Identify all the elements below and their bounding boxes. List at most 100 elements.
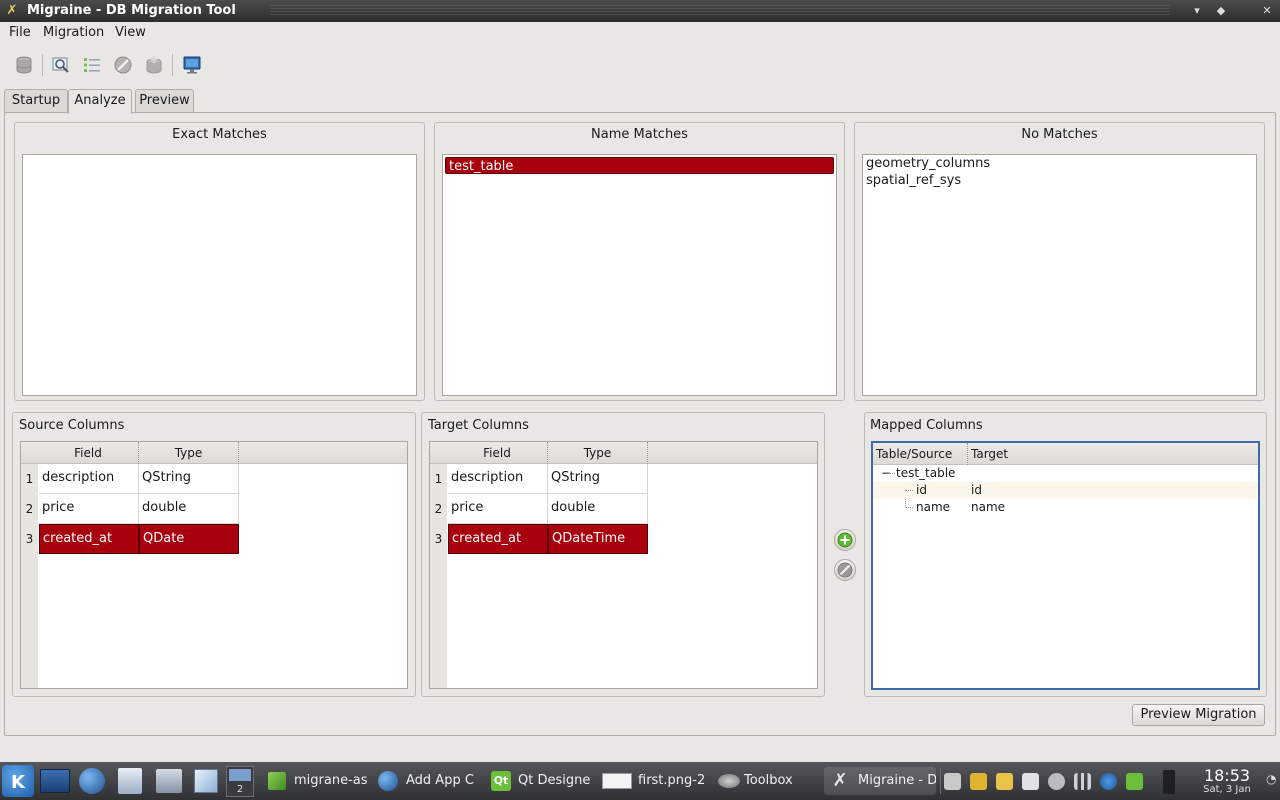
toolbar-cancel-button[interactable] — [110, 52, 136, 78]
pager-desktop-1[interactable] — [229, 769, 251, 781]
menu-file[interactable]: File — [9, 25, 31, 41]
name-matches-list[interactable]: test_table — [442, 154, 837, 396]
no-matches-list[interactable]: geometry_columns spatial_ref_sys — [862, 154, 1257, 396]
mail-icon[interactable] — [1022, 773, 1039, 790]
task-migraine[interactable]: ✗ Migraine - D — [824, 767, 936, 795]
table-cell-type[interactable]: double — [139, 494, 239, 524]
list-item[interactable]: spatial_ref_sys — [863, 172, 1256, 189]
kde-menu-button[interactable]: K — [2, 765, 34, 797]
task-migrane-as[interactable]: migrane-as — [262, 767, 368, 795]
task-add-app[interactable]: Add App C — [372, 767, 482, 795]
table-cell-type[interactable]: QString — [139, 464, 239, 494]
app-icon[interactable]: ✗ — [4, 3, 20, 19]
window-titlebar[interactable]: ✗ Migraine - DB Migration Tool ▾ ◆ ✕ — [0, 0, 1280, 22]
virtual-desktop-pager[interactable]: 2 — [226, 766, 254, 797]
minimize-icon[interactable]: ▾ — [1188, 2, 1206, 20]
list-item[interactable]: geometry_columns — [863, 155, 1256, 172]
mapping-target: name — [971, 500, 1006, 514]
table-cell-type[interactable]: double — [548, 494, 648, 524]
menu-migration[interactable]: Migration — [43, 25, 104, 41]
source-columns-table[interactable]: Field Type 1 2 3 description QString pri… — [20, 441, 408, 689]
mapped-columns-tree[interactable]: Table/Source Target − test_table id id n… — [871, 441, 1260, 690]
battery-icon[interactable] — [1163, 770, 1175, 794]
task-label: Qt Designe — [518, 773, 591, 788]
table-cell-field[interactable]: description — [39, 464, 139, 494]
mapping-target: id — [971, 483, 982, 497]
table-cell-type[interactable]: QString — [548, 464, 648, 494]
menu-view[interactable]: View — [115, 25, 146, 41]
target-columns-table[interactable]: Field Type 1 2 3 description QString pri… — [429, 441, 818, 689]
cancel-icon — [837, 562, 853, 578]
folder-icon[interactable] — [996, 773, 1013, 790]
tab-preview[interactable]: Preview — [135, 89, 194, 113]
remove-mapping-button[interactable] — [834, 559, 856, 581]
column-header-type[interactable]: Type — [548, 442, 648, 464]
no-matches-title: No Matches — [1021, 127, 1098, 142]
toolbar-list-button[interactable] — [79, 52, 105, 78]
clock-time[interactable]: 18:53 — [1188, 767, 1266, 785]
table-cell-field[interactable]: price — [448, 494, 548, 524]
toolbar — [0, 46, 1280, 82]
row-number[interactable]: 1 — [21, 464, 38, 494]
table-cell-field[interactable]: created_at — [448, 524, 548, 554]
file-manager-icon[interactable] — [118, 768, 142, 794]
klipper-icon[interactable] — [970, 773, 987, 790]
update-icon[interactable] — [1100, 773, 1117, 790]
column-header-table-source[interactable]: Table/Source — [873, 443, 968, 465]
row-number[interactable]: 2 — [430, 494, 447, 524]
toolbar-separator — [172, 54, 173, 76]
table-header: Field Type — [21, 442, 407, 464]
exact-matches-list[interactable] — [22, 154, 417, 396]
pager-desktop-2[interactable]: 2 — [227, 784, 253, 796]
toolbar-monitor-button[interactable] — [179, 52, 205, 78]
tree-branch-line — [888, 473, 895, 474]
network-icon[interactable] — [1074, 773, 1091, 790]
antivirus-icon[interactable] — [1126, 773, 1143, 790]
table-cell-type[interactable]: QDate — [139, 524, 239, 554]
toolbar-analyze-button[interactable] — [48, 52, 74, 78]
browser-icon — [378, 771, 398, 791]
clock-date[interactable]: Sat, 3 Jan — [1188, 784, 1266, 796]
column-header-field[interactable]: Field — [447, 442, 548, 464]
table-header: Table/Source Target — [873, 443, 1258, 465]
device-notifier-icon[interactable] — [1048, 773, 1065, 790]
volume-icon[interactable] — [944, 773, 961, 790]
task-toolbox[interactable]: Toolbox — [712, 767, 820, 795]
task-qt-designer[interactable]: Qt Qt Designe — [486, 767, 592, 795]
browser-icon[interactable] — [79, 768, 105, 794]
column-header-target[interactable]: Target — [968, 443, 1258, 465]
tree-item-table[interactable]: test_table — [896, 465, 955, 482]
toolbar-connect-button[interactable] — [11, 52, 37, 78]
mapped-columns-title: Mapped Columns — [870, 418, 983, 433]
list-item[interactable]: test_table — [445, 157, 834, 174]
table-cell-type[interactable]: QDateTime — [548, 524, 648, 554]
table-cell-field[interactable]: description — [448, 464, 548, 494]
package-icon[interactable] — [194, 769, 218, 793]
row-number[interactable]: 1 — [430, 464, 447, 494]
table-cell-field[interactable]: price — [39, 494, 139, 524]
column-header-field[interactable]: Field — [38, 442, 139, 464]
row-number[interactable]: 2 — [21, 494, 38, 524]
column-header-type[interactable]: Type — [139, 442, 239, 464]
show-desktop-icon[interactable] — [40, 769, 70, 793]
close-icon[interactable]: ✕ — [1258, 2, 1276, 20]
toolbar-export-button[interactable] — [141, 52, 167, 78]
tree-branch-line — [905, 507, 913, 508]
system-settings-icon[interactable] — [156, 769, 182, 793]
row-number[interactable]: 3 — [21, 524, 38, 554]
panel-toolbox-icon[interactable]: ◔ — [1266, 772, 1278, 792]
menubar: File Migration View — [0, 22, 1280, 44]
maximize-icon[interactable]: ◆ — [1212, 2, 1230, 20]
tab-analyze[interactable]: Analyze — [68, 89, 132, 114]
table-cell-field[interactable]: created_at — [39, 524, 139, 554]
tree-item-mapping[interactable]: id id — [873, 482, 1258, 499]
row-header-column: 1 2 3 — [21, 464, 38, 688]
tab-startup[interactable]: Startup — [4, 89, 68, 113]
add-mapping-button[interactable] — [834, 529, 856, 551]
preview-migration-button[interactable]: Preview Migration — [1132, 704, 1265, 726]
task-first-png[interactable]: first.png-2 — [598, 767, 708, 795]
tree-item-mapping[interactable]: name name — [873, 499, 1258, 516]
task-label: first.png-2 — [638, 773, 706, 788]
row-number[interactable]: 3 — [430, 524, 447, 554]
list-icon — [82, 55, 102, 75]
